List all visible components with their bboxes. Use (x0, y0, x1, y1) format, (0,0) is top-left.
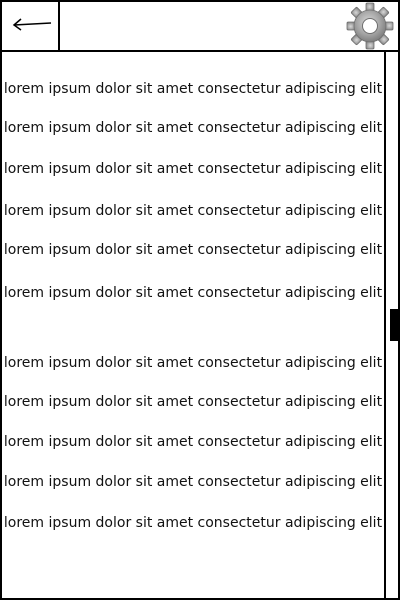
text-line: lorem ipsum dolor sit amet consectetur a… (3, 474, 383, 490)
text-line: lorem ipsum dolor sit amet consectetur a… (3, 203, 383, 219)
scrollbar-thumb[interactable] (390, 309, 400, 341)
content-area: lorem ipsum dolor sit amet consectetur a… (2, 52, 384, 598)
header-bar (2, 2, 398, 52)
text-line: lorem ipsum dolor sit amet consectetur a… (3, 285, 383, 301)
settings-button[interactable] (342, 2, 398, 50)
text-line: lorem ipsum dolor sit amet consectetur a… (3, 81, 383, 97)
text-line: lorem ipsum dolor sit amet consectetur a… (3, 242, 383, 258)
scrollbar[interactable] (384, 52, 400, 598)
text-line: lorem ipsum dolor sit amet consectetur a… (3, 515, 383, 531)
text-line: lorem ipsum dolor sit amet consectetur a… (3, 120, 383, 136)
back-button[interactable] (2, 2, 60, 50)
text-line: lorem ipsum dolor sit amet consectetur a… (3, 355, 383, 371)
text-line: lorem ipsum dolor sit amet consectetur a… (3, 161, 383, 177)
text-line: lorem ipsum dolor sit amet consectetur a… (3, 434, 383, 450)
text-line: lorem ipsum dolor sit amet consectetur a… (3, 394, 383, 410)
app-window: lorem ipsum dolor sit amet consectetur a… (0, 0, 400, 600)
left-arrow-icon (12, 18, 52, 31)
gear-icon (346, 2, 394, 50)
